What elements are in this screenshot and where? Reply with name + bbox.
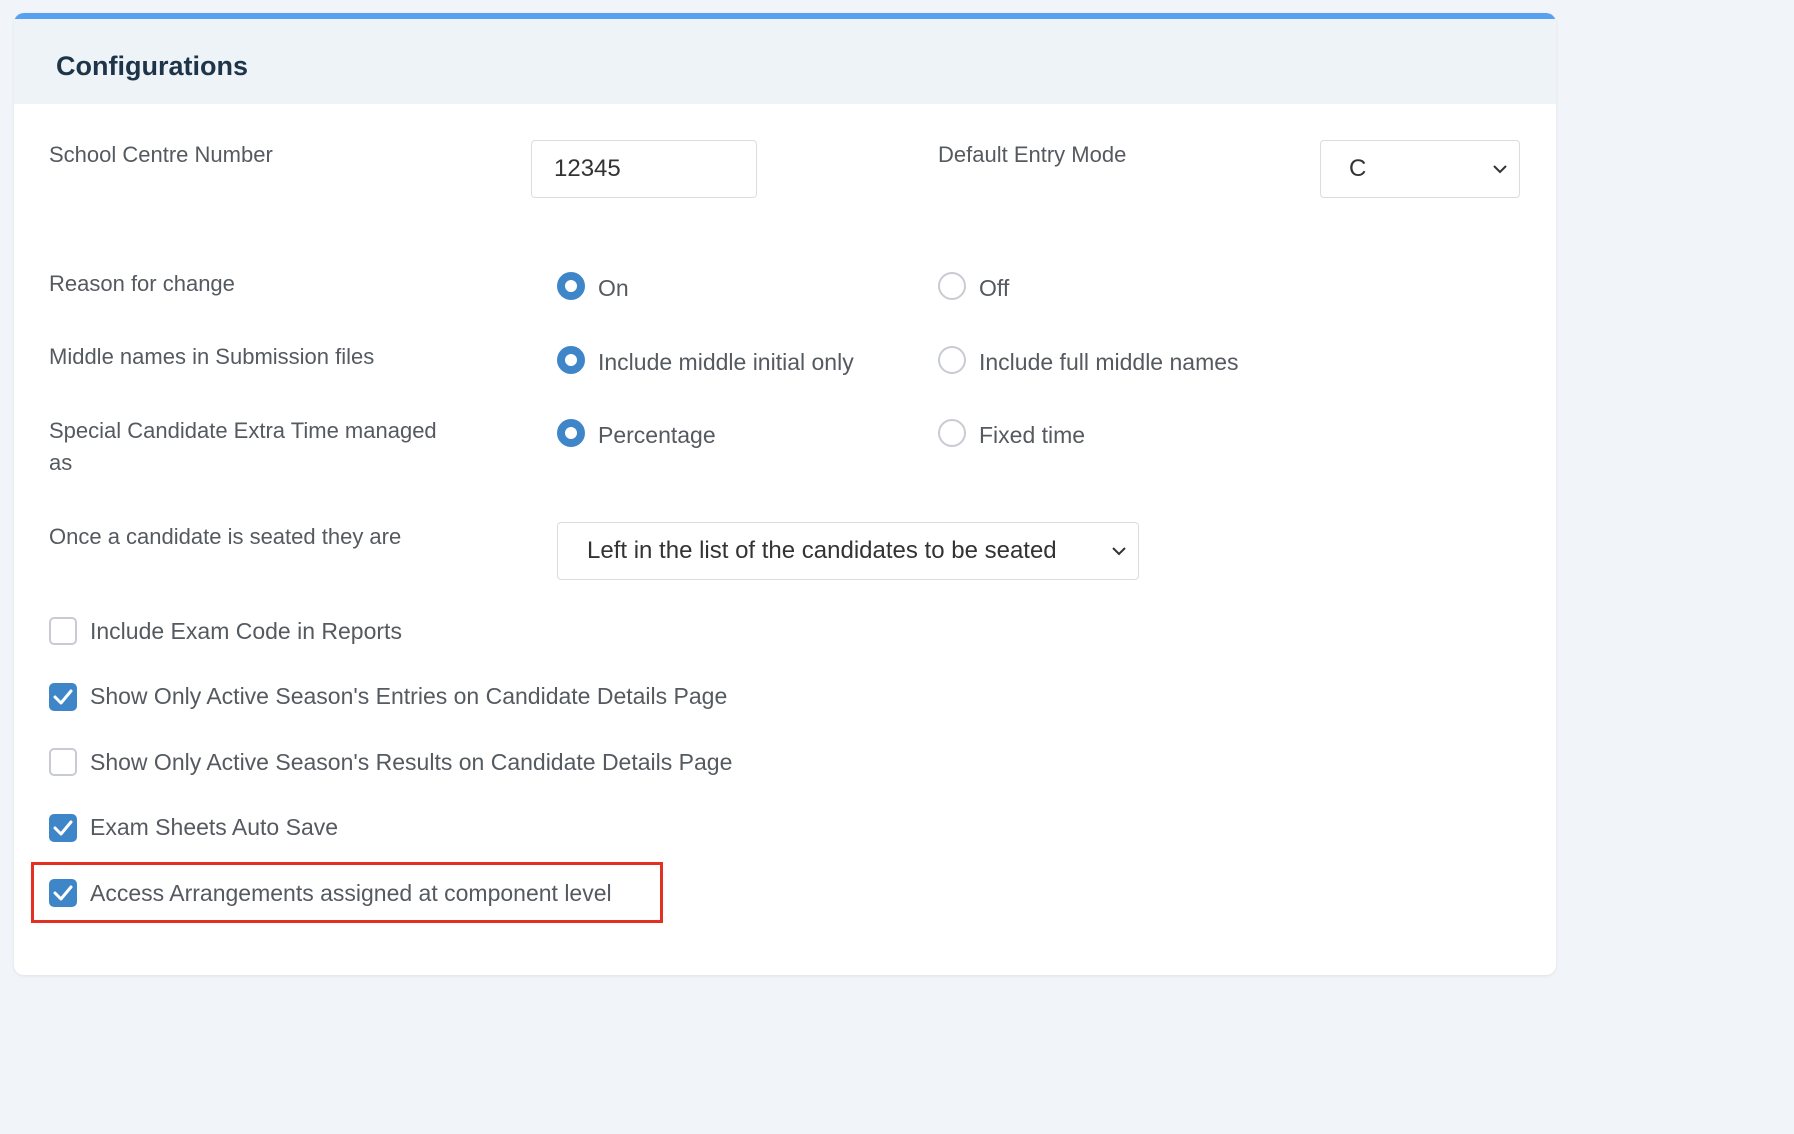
reason-on-label[interactable]: On <box>598 272 629 304</box>
default-entry-mode-select[interactable]: C <box>1320 140 1520 198</box>
reason-off-label[interactable]: Off <box>979 272 1009 304</box>
include-exam-code-label[interactable]: Include Exam Code in Reports <box>90 615 402 647</box>
extra-time-label-line1: Special Candidate Extra Time managed <box>49 418 437 443</box>
include-exam-code-checkbox[interactable] <box>49 617 77 645</box>
extra-time-label: Special Candidate Extra Time managed as <box>49 415 437 479</box>
highlight-box <box>31 862 663 923</box>
exam-sheets-auto-save-label[interactable]: Exam Sheets Auto Save <box>90 811 338 843</box>
reason-off-radio[interactable] <box>938 272 966 300</box>
reason-for-change-label: Reason for change <box>49 271 235 296</box>
school-centre-number-label: School Centre Number <box>49 142 273 167</box>
chevron-down-icon <box>1110 545 1128 557</box>
seated-select[interactable]: Left in the list of the candidates to be… <box>557 522 1139 580</box>
fixed-time-radio[interactable] <box>938 419 966 447</box>
percentage-label[interactable]: Percentage <box>598 419 716 451</box>
checkmark-icon <box>53 689 73 705</box>
seated-value: Left in the list of the candidates to be… <box>587 537 1057 564</box>
show-active-entries-label[interactable]: Show Only Active Season's Entries on Can… <box>90 680 727 712</box>
panel-title: Configurations <box>56 51 248 81</box>
extra-time-label-line2: as <box>49 450 73 475</box>
checkmark-icon <box>53 820 73 836</box>
school-centre-number-input[interactable]: 12345 <box>531 140 757 198</box>
chevron-down-icon <box>1491 163 1509 175</box>
middle-names-label: Middle names in Submission files <box>49 344 375 369</box>
reason-on-radio[interactable] <box>557 272 585 300</box>
panel-header: Configurations <box>14 19 1556 104</box>
exam-sheets-auto-save-checkbox[interactable] <box>49 814 77 842</box>
middle-initial-label[interactable]: Include middle initial only <box>598 346 854 378</box>
school-centre-number-value: 12345 <box>554 155 621 182</box>
show-active-results-label[interactable]: Show Only Active Season's Results on Can… <box>90 746 732 778</box>
fixed-time-label[interactable]: Fixed time <box>979 419 1085 451</box>
middle-initial-radio[interactable] <box>557 346 585 374</box>
seated-label: Once a candidate is seated they are <box>49 524 402 549</box>
default-entry-mode-label: Default Entry Mode <box>938 142 1127 167</box>
show-active-results-checkbox[interactable] <box>49 748 77 776</box>
full-middle-names-radio[interactable] <box>938 346 966 374</box>
show-active-entries-checkbox[interactable] <box>49 683 77 711</box>
percentage-radio[interactable] <box>557 419 585 447</box>
default-entry-mode-value: C <box>1349 155 1367 182</box>
full-middle-names-label[interactable]: Include full middle names <box>979 346 1239 378</box>
